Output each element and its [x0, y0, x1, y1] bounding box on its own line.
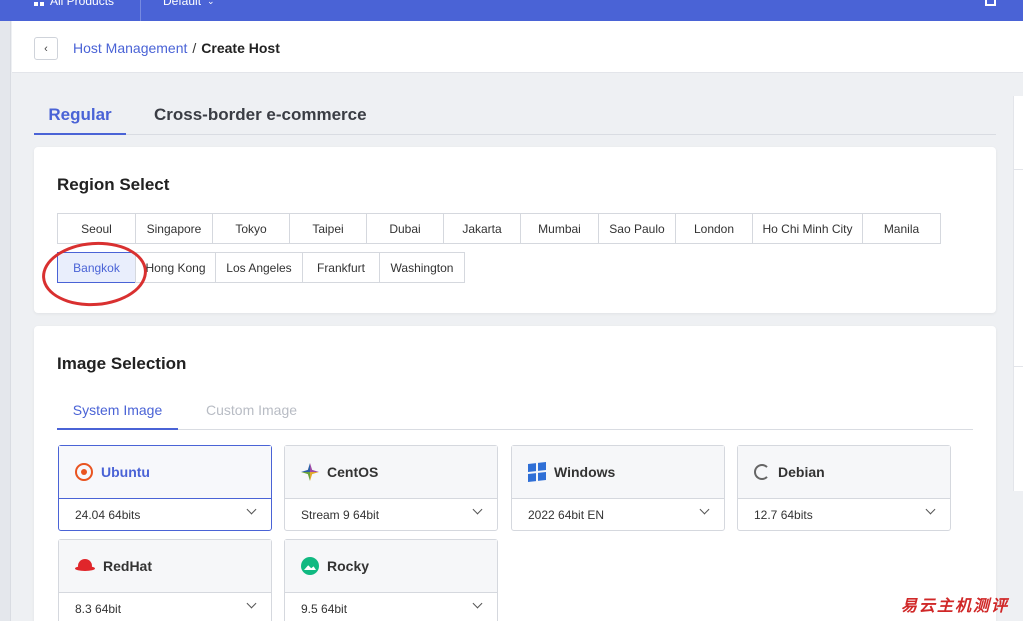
windows-icon — [528, 462, 546, 482]
chevron-down-icon[interactable] — [246, 504, 257, 515]
tab-custom-image[interactable]: Custom Image — [206, 402, 297, 430]
region-seoul[interactable]: Seoul — [57, 213, 136, 244]
chevron-down-icon[interactable] — [925, 504, 936, 515]
os-card-rocky[interactable]: Rocky 9.5 64bit — [284, 539, 498, 621]
all-products-label: All Products — [50, 0, 115, 8]
tab-cross-border[interactable]: Cross-border e-commerce — [154, 105, 367, 135]
region-ho-chi-minh-city[interactable]: Ho Chi Minh City — [752, 213, 863, 244]
main-tabs: Regular Cross-border e-commerce — [34, 95, 996, 135]
user-icon[interactable] — [985, 0, 996, 6]
region-title: Region Select — [57, 175, 170, 194]
chevron-down-icon[interactable] — [246, 598, 257, 609]
highlight-circle — [39, 238, 150, 310]
breadcrumb: Host Management / Create Host — [73, 40, 280, 56]
os-version-select[interactable]: 24.04 64bits — [75, 508, 140, 522]
breadcrumb-parent-link[interactable]: Host Management — [73, 40, 187, 56]
grid-icon — [34, 0, 44, 6]
region-taipei[interactable]: Taipei — [289, 213, 367, 244]
os-version-select[interactable]: Stream 9 64bit — [301, 508, 379, 522]
region-card: Region Select Seoul Singapore Tokyo Taipei D… — [34, 147, 996, 313]
os-version-select[interactable]: 12.7 64bits — [754, 508, 813, 522]
image-card: Image Selection System Image Custom Imag… — [34, 326, 996, 621]
chevron-left-icon: ‹ — [44, 42, 48, 55]
back-button[interactable]: ‹ — [34, 37, 58, 60]
os-card-header[interactable]: CentOS — [285, 446, 497, 499]
debian-icon — [754, 464, 770, 480]
side-strip — [0, 21, 11, 621]
rocky-icon — [301, 557, 319, 575]
os-card-header[interactable]: Ubuntu — [59, 446, 271, 499]
region-dubai[interactable]: Dubai — [366, 213, 444, 244]
region-manila[interactable]: Manila — [862, 213, 941, 244]
all-products-menu[interactable]: All Products — [34, 0, 114, 8]
region-tokyo[interactable]: Tokyo — [212, 213, 290, 244]
os-card-redhat[interactable]: RedHat 8.3 64bit — [58, 539, 272, 621]
chevron-down-icon[interactable] — [472, 504, 483, 515]
os-version-select[interactable]: 2022 64bit EN — [528, 508, 604, 522]
breadcrumb-separator: / — [192, 40, 197, 56]
os-card-header[interactable]: Windows — [512, 446, 724, 499]
chevron-down-icon: ⌄ — [207, 0, 215, 6]
os-version-select[interactable]: 8.3 64bit — [75, 602, 121, 616]
os-card-header[interactable]: Rocky — [285, 540, 497, 593]
os-card-header[interactable]: Debian — [738, 446, 950, 499]
project-selector[interactable]: Default ⌄ — [163, 0, 215, 8]
project-label: Default — [163, 0, 202, 8]
region-hong-kong[interactable]: Hong Kong — [135, 252, 216, 283]
chevron-down-icon[interactable] — [699, 504, 710, 515]
os-version-select[interactable]: 9.5 64bit — [301, 602, 347, 616]
region-jakarta[interactable]: Jakarta — [443, 213, 521, 244]
watermark: 易云主机测评 — [900, 596, 1009, 615]
centos-icon — [301, 463, 319, 481]
nav-divider — [140, 0, 141, 21]
image-tabs: System Image Custom Image — [57, 390, 973, 430]
breadcrumb-bar: ‹ Host Management / Create Host — [12, 21, 1023, 73]
os-name: RedHat — [103, 558, 153, 574]
os-card-ubuntu[interactable]: Ubuntu 24.04 64bits — [58, 445, 272, 531]
region-london[interactable]: London — [675, 213, 753, 244]
chevron-down-icon[interactable] — [472, 598, 483, 609]
right-panel-edge — [1013, 96, 1023, 491]
image-title: Image Selection — [57, 354, 187, 373]
os-name: Ubuntu — [101, 464, 150, 480]
os-name: Debian — [778, 464, 825, 480]
os-card-centos[interactable]: CentOS Stream 9 64bit — [284, 445, 498, 531]
redhat-icon — [75, 559, 95, 573]
region-mumbai[interactable]: Mumbai — [520, 213, 599, 244]
os-card-windows[interactable]: Windows 2022 64bit EN — [511, 445, 725, 531]
os-card-header[interactable]: RedHat — [59, 540, 271, 593]
top-nav-bar: All Products Default ⌄ — [0, 0, 1023, 21]
page-title: Create Host — [201, 40, 280, 56]
os-name: Windows — [554, 464, 616, 480]
ubuntu-icon — [75, 463, 93, 481]
tab-regular[interactable]: Regular — [34, 105, 126, 135]
region-los-angeles[interactable]: Los Angeles — [215, 252, 303, 283]
os-name: Rocky — [327, 558, 370, 574]
os-card-debian[interactable]: Debian 12.7 64bits — [737, 445, 951, 531]
os-name: CentOS — [327, 464, 379, 480]
region-singapore[interactable]: Singapore — [135, 213, 213, 244]
region-washington[interactable]: Washington — [379, 252, 465, 283]
region-frankfurt[interactable]: Frankfurt — [302, 252, 380, 283]
region-sao-paulo[interactable]: Sao Paulo — [598, 213, 676, 244]
tab-system-image[interactable]: System Image — [57, 402, 178, 430]
